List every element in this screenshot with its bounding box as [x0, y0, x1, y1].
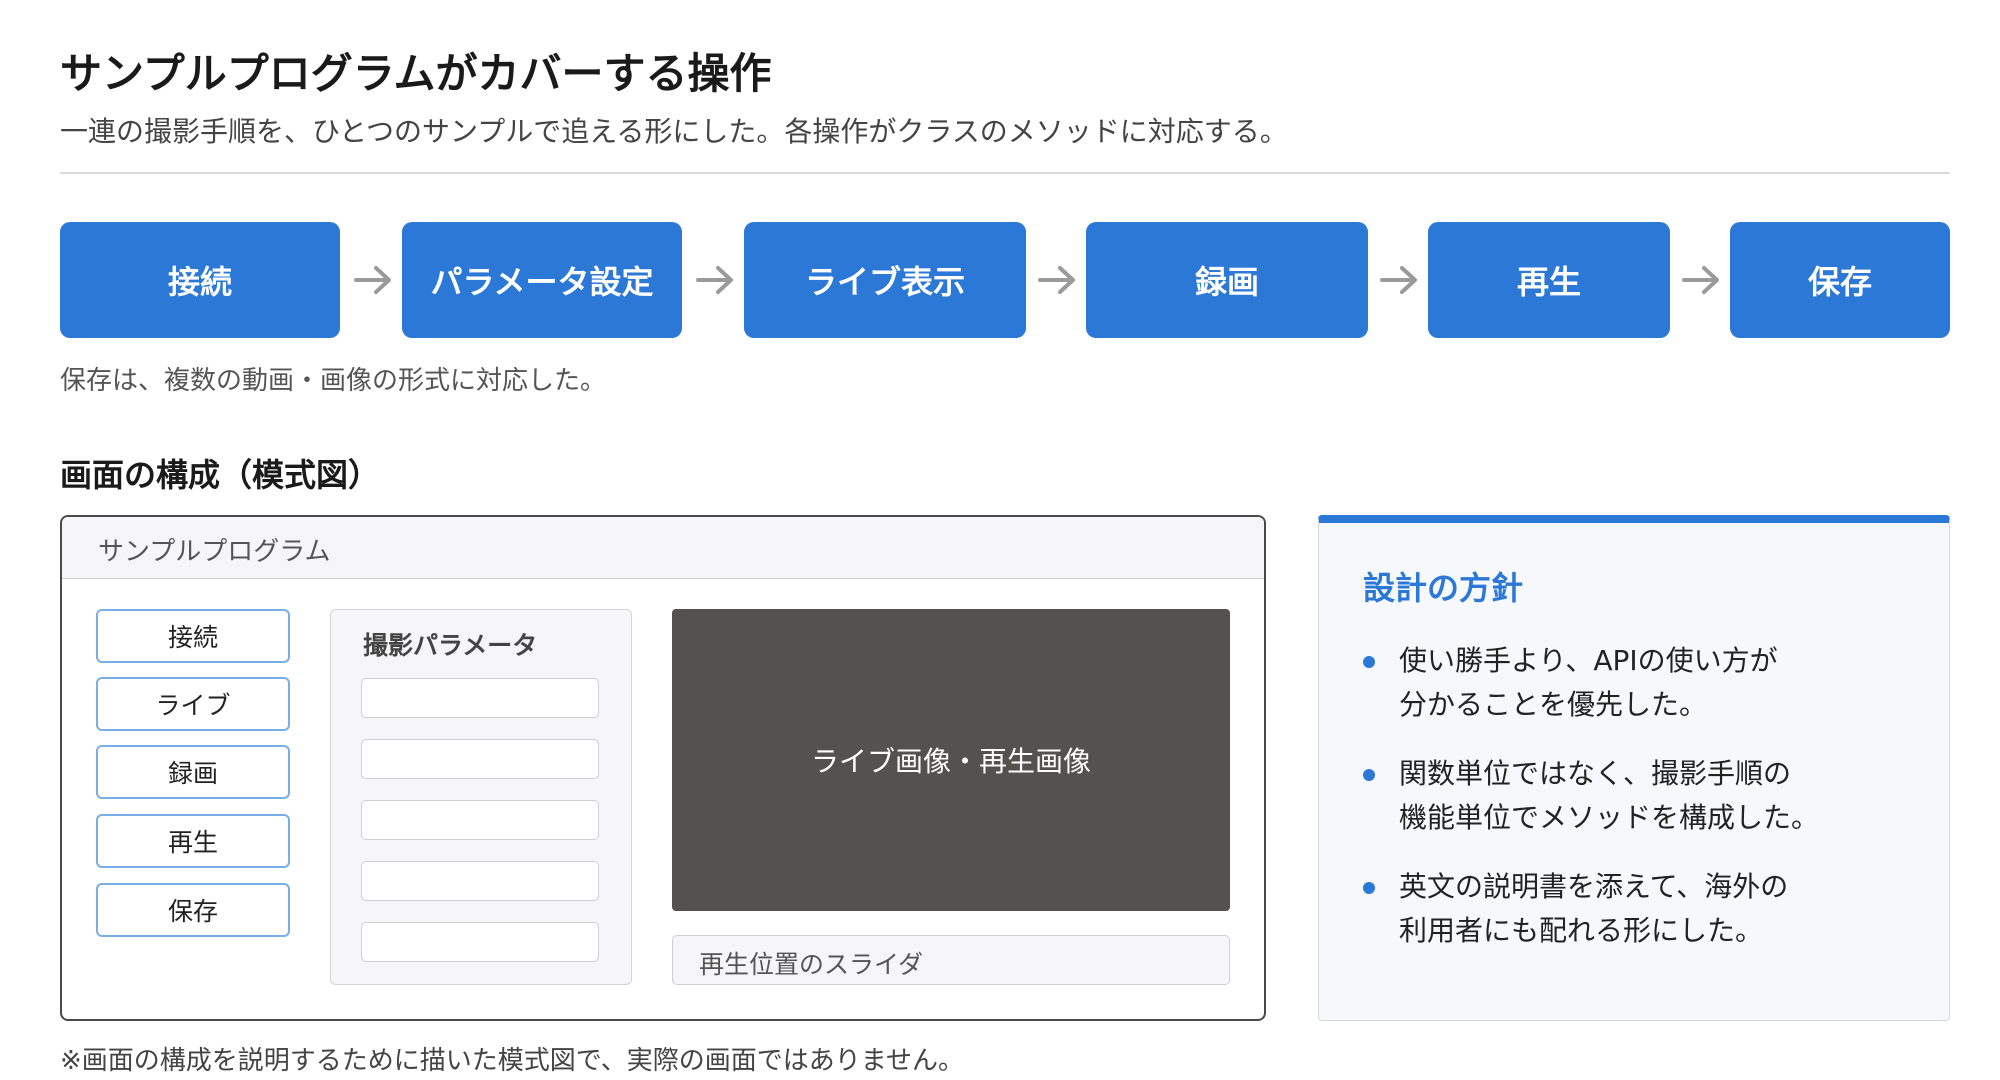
record-button[interactable]: 録画: [96, 745, 290, 799]
save-note: 保存は、複数の動画・画像の形式に対応した。: [60, 366, 607, 396]
arrow-right-icon: [694, 250, 738, 310]
flow-step-live: ライブ表示: [744, 222, 1026, 338]
flow-step-parameters: パラメータ設定: [402, 222, 682, 338]
arrow-right-icon: [1036, 250, 1080, 310]
playback-position-slider[interactable]: 再生位置のスライダ: [672, 935, 1230, 985]
arrow-right-icon: [352, 250, 396, 310]
flow-step-record: 録画: [1086, 222, 1368, 338]
parameter-field[interactable]: [361, 861, 599, 901]
section-title: 画面の構成（模式図）: [60, 456, 381, 494]
flow-step-playback: 再生: [1428, 222, 1670, 338]
bullet-icon: [1363, 882, 1375, 894]
policy-item-text: 関数単位ではなく、撮影手順の 機能単位でメソッドを構成した。: [1399, 757, 1820, 834]
policy-item-text: 使い勝手より、APIの使い方が 分かることを優先した。: [1399, 644, 1778, 721]
connect-button[interactable]: 接続: [96, 609, 290, 663]
mock-note: ※画面の構成を説明するために描いた模式図で、実際の画面ではありません。: [60, 1046, 964, 1076]
slider-label: 再生位置のスライダ: [699, 950, 924, 979]
page-subtitle: 一連の撮影手順を、ひとつのサンプルで追える形にした。各操作がクラスのメソッドに対…: [60, 115, 1288, 148]
window-title: サンプルプログラム: [98, 537, 331, 567]
policy-title: 設計の方針: [1363, 569, 1524, 607]
policy-item: 関数単位ではなく、撮影手順の 機能単位でメソッドを構成した。: [1363, 752, 1923, 844]
video-display: ライブ画像・再生画像: [672, 609, 1230, 911]
parameter-field[interactable]: [361, 678, 599, 718]
mock-window: サンプルプログラム 接続 ライブ 録画 再生 保存 撮影パラメータ ライブ画像・…: [60, 515, 1266, 1021]
window-titlebar: サンプルプログラム: [62, 517, 1264, 579]
flow-step-connect: 接続: [60, 222, 340, 338]
save-button[interactable]: 保存: [96, 883, 290, 937]
design-policy-panel: 設計の方針 使い勝手より、APIの使い方が 分かることを優先した。 関数単位では…: [1318, 515, 1950, 1021]
arrow-right-icon: [1378, 250, 1422, 310]
policy-item: 英文の説明書を添えて、海外の 利用者にも配れる形にした。: [1363, 865, 1923, 957]
parameter-panel: 撮影パラメータ: [330, 609, 632, 985]
divider: [60, 172, 1950, 174]
flow-step-save: 保存: [1730, 222, 1950, 338]
playback-button[interactable]: 再生: [96, 814, 290, 868]
policy-item: 使い勝手より、APIの使い方が 分かることを優先した。: [1363, 639, 1923, 731]
parameter-panel-title: 撮影パラメータ: [363, 631, 538, 660]
arrow-right-icon: [1680, 250, 1724, 310]
parameter-field[interactable]: [361, 739, 599, 779]
bullet-icon: [1363, 656, 1375, 668]
bullet-icon: [1363, 769, 1375, 781]
policy-item-text: 英文の説明書を添えて、海外の 利用者にも配れる形にした。: [1399, 870, 1789, 947]
parameter-field[interactable]: [361, 922, 599, 962]
parameter-field[interactable]: [361, 800, 599, 840]
page-title: サンプルプログラムがカバーする操作: [60, 49, 772, 98]
live-button[interactable]: ライブ: [96, 677, 290, 731]
